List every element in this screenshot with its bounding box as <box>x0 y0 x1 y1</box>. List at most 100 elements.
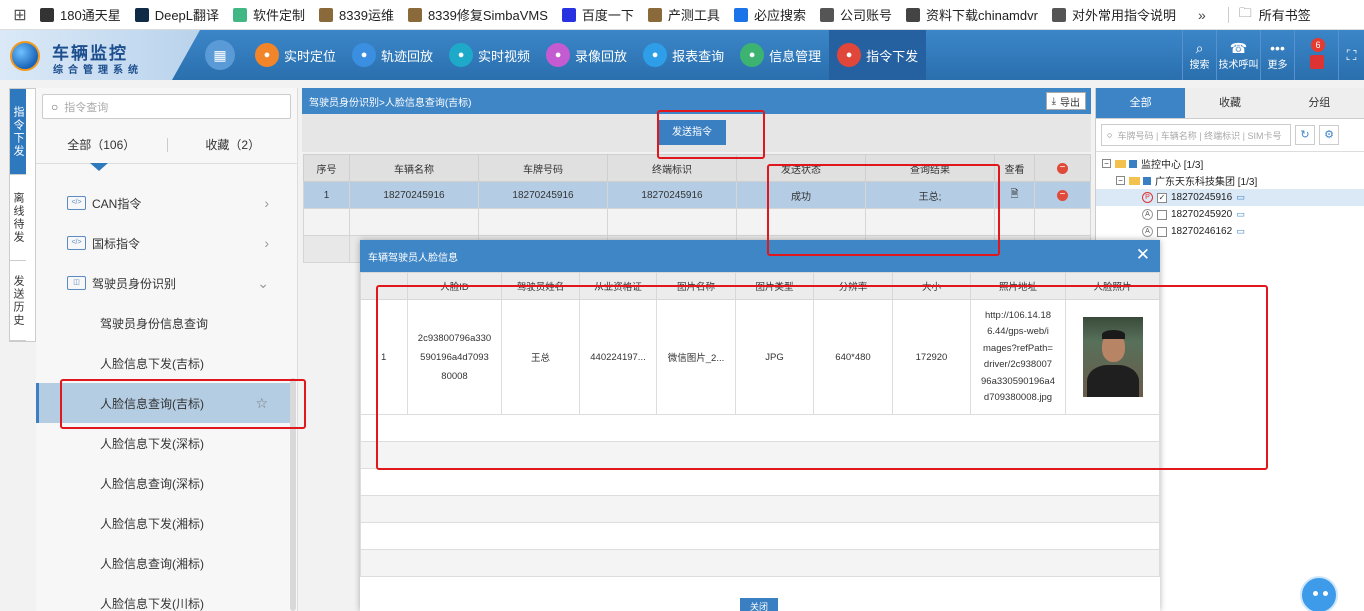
submenu-item[interactable]: 驾驶员身份信息查询 <box>36 303 290 343</box>
header-action-button[interactable]: ⌕ 搜索 <box>1182 30 1216 80</box>
submenu-item[interactable]: 人脸信息下发(川标) <box>36 583 290 611</box>
nav-item[interactable]: ● 轨迹回放 <box>344 30 441 80</box>
bookmark-label: DeepL翻译 <box>154 8 220 23</box>
nav-label: 信息管理 <box>769 48 822 64</box>
settings-button[interactable]: ⚙ <box>1319 125 1339 145</box>
refresh-icon: ↻ <box>1300 129 1310 141</box>
nav-item[interactable]: ● 实时定位 <box>247 30 344 80</box>
submenu-item[interactable]: 人脸信息查询(深标) <box>36 463 290 503</box>
command-panel: ○ 指令查询 全部（106） 收藏（2） </> CAN指令 › </> 国标指令 › … <box>36 88 298 611</box>
submenu-item[interactable]: 人脸信息下发(深标) <box>36 423 290 463</box>
tab-vehicle-all[interactable]: 全部 <box>1096 88 1186 118</box>
bookmark-label: 8339修复SimbaVMS <box>427 8 548 23</box>
cell-plate: 18270245916 <box>478 181 608 209</box>
header-action-button[interactable]: ••• 更多 <box>1260 30 1294 80</box>
fullscreen-button[interactable]: ⛶ <box>1338 30 1364 80</box>
nav-item[interactable]: ● 信息管理 <box>732 30 829 80</box>
bookmark-label: 产测工具 <box>667 8 720 23</box>
nav-item[interactable]: ● 实时视频 <box>441 30 538 80</box>
chevron-right-icon: › <box>264 235 269 251</box>
bookmark-item[interactable]: 百度一下 <box>561 5 634 24</box>
bookmark-item[interactable]: 8339运维 <box>319 5 394 24</box>
close-button[interactable]: 关闭 <box>740 598 778 611</box>
view-button[interactable]: 🗎 <box>994 181 1035 209</box>
bookmark-item[interactable]: 资料下载chinamdvr <box>905 5 1038 24</box>
refresh-button[interactable]: ↻ <box>1295 125 1315 145</box>
apps-grid-icon[interactable]: ⊞ <box>0 5 40 25</box>
collapse-icon[interactable]: − <box>1102 159 1111 168</box>
tab-vehicle-fav[interactable]: 收藏 <box>1185 88 1274 118</box>
nav-label: 录像回放 <box>575 48 628 64</box>
header-action-label: 更多 <box>1267 59 1288 71</box>
vehicle-checkbox[interactable]: ✓ <box>1157 192 1167 203</box>
breadcrumb: 驾驶员身份识别>人脸信息查询(吉标) <box>309 97 472 109</box>
submenu-item[interactable]: 人脸信息查询(湘标) <box>36 543 290 583</box>
bookmark-item[interactable]: 公司账号 <box>819 5 892 24</box>
bookmark-item[interactable]: 软件定制 <box>233 5 305 24</box>
nav-label: 实时定位 <box>284 48 337 64</box>
bookmark-item[interactable]: DeepL翻译 <box>134 5 220 24</box>
side-tab-offline[interactable]: 离线待发 <box>10 175 26 261</box>
bookmark-item[interactable]: 8339修复SimbaVMS <box>407 5 548 24</box>
side-tab-command[interactable]: 指令下发 <box>10 89 26 175</box>
bookmark-favicon-icon <box>319 7 334 22</box>
bookmark-label: 软件定制 <box>253 8 306 23</box>
folder-icon: 🗀 <box>1238 4 1252 20</box>
remove-all-button[interactable]: − <box>1034 154 1091 182</box>
submenu-item[interactable]: 人脸信息下发(湘标) <box>36 503 290 543</box>
bookmark-item[interactable]: 产测工具 <box>647 5 720 24</box>
header-action-button[interactable]: ☎ 技术呼叫 <box>1216 30 1260 80</box>
nav-item[interactable]: ● 报表查询 <box>635 30 732 80</box>
bookmark-item[interactable]: 180通天星 <box>40 5 121 24</box>
nav-item[interactable]: ● 录像回放 <box>538 30 635 80</box>
empty-row <box>360 522 1160 550</box>
tree-node-vehicle[interactable]: A 18270246162 ▭ <box>1096 223 1364 240</box>
submenu-item[interactable]: 人脸信息下发(吉标) <box>36 343 290 383</box>
collapse-icon[interactable]: − <box>1116 176 1125 185</box>
remove-row-button[interactable]: − <box>1034 181 1091 209</box>
tree-node-root[interactable]: − 监控中心 [1/3] <box>1096 155 1364 172</box>
command-search-input[interactable]: ○ 指令查询 <box>42 94 291 119</box>
track-icon: ● <box>352 43 377 67</box>
bookmarks-bar: ⊞ 180通天星 DeepL翻译 软件定制 8339运维 8339修复SimbaVMS 百… <box>0 0 1364 30</box>
menu-item-can[interactable]: </> CAN指令 › <box>36 183 290 223</box>
tree-node-vehicle[interactable]: A 18270245920 ▭ <box>1096 206 1364 223</box>
tree-node-company[interactable]: − 广东天东科技集团 [1/3] <box>1096 172 1364 189</box>
close-icon[interactable]: ✕ <box>1136 245 1150 265</box>
search-icon: ○ <box>1107 130 1113 140</box>
menu-item-gb[interactable]: </> 国标指令 › <box>36 223 290 263</box>
menu-item-driver-id[interactable]: ◫ 驾驶员身份识别 ⌄ <box>36 263 290 303</box>
app-header: 车辆监控 综合管理系统 ▦ ● 实时定位 ● 轨迹回放 ● 实时视频 ● 录像回放 ● 报表查询 ●… <box>0 30 1364 80</box>
dialog-header: 车辆驾驶员人脸信息 ✕ <box>360 240 1160 272</box>
bookmark-favicon-icon <box>561 7 576 22</box>
bookmark-label: 必应搜索 <box>753 8 806 23</box>
camera-icon[interactable]: ▭ <box>1236 226 1245 237</box>
nav-item[interactable]: ● 指令下发 <box>829 30 927 80</box>
vehicle-checkbox[interactable] <box>1157 209 1167 220</box>
vehicle-checkbox[interactable] <box>1157 226 1167 237</box>
alarm-button[interactable]: 6 <box>1294 30 1338 80</box>
camera-icon[interactable]: ▭ <box>1236 192 1245 203</box>
column-header: 车牌号码 <box>478 154 608 182</box>
bookmark-label: 公司账号 <box>839 8 892 23</box>
menu-grid-icon[interactable]: ▦ <box>205 40 235 70</box>
bookmark-label: 8339运维 <box>339 8 394 23</box>
bookmark-favicon-icon <box>233 7 248 22</box>
side-tab-history[interactable]: 发送历史 <box>10 261 26 341</box>
main-nav: ▦ ● 实时定位 ● 轨迹回放 ● 实时视频 ● 录像回放 ● 报表查询 ● 信息管理 ● 指令下发 <box>205 30 927 80</box>
chevron-more-icon[interactable]: » <box>1198 7 1206 23</box>
tab-all[interactable]: 全部（106） <box>36 127 167 171</box>
column-header: 查看 <box>994 154 1035 182</box>
bookmark-favicon-icon <box>1051 7 1066 22</box>
tree-node-vehicle[interactable]: P ✓ 18270245916 ▭ <box>1096 189 1364 206</box>
vehicle-search-input[interactable]: ○ 车牌号码 | 车辆名称 | 终端标识 | SIM卡号 <box>1101 124 1291 146</box>
export-button[interactable]: ⤓ 导出 <box>1045 92 1086 110</box>
tab-vehicle-group[interactable]: 分组 <box>1275 88 1364 118</box>
all-bookmarks[interactable]: 🗀 所有书签 <box>1239 4 1311 26</box>
tab-favorites[interactable]: 收藏（2） <box>168 127 299 163</box>
camera-icon[interactable]: ▭ <box>1236 209 1245 220</box>
assistant-robot-icon[interactable] <box>1300 576 1338 611</box>
bookmark-item[interactable]: 对外常用指令说明 <box>1051 5 1176 24</box>
remove-icon: − <box>1057 190 1068 201</box>
bookmark-item[interactable]: 必应搜索 <box>733 5 806 24</box>
